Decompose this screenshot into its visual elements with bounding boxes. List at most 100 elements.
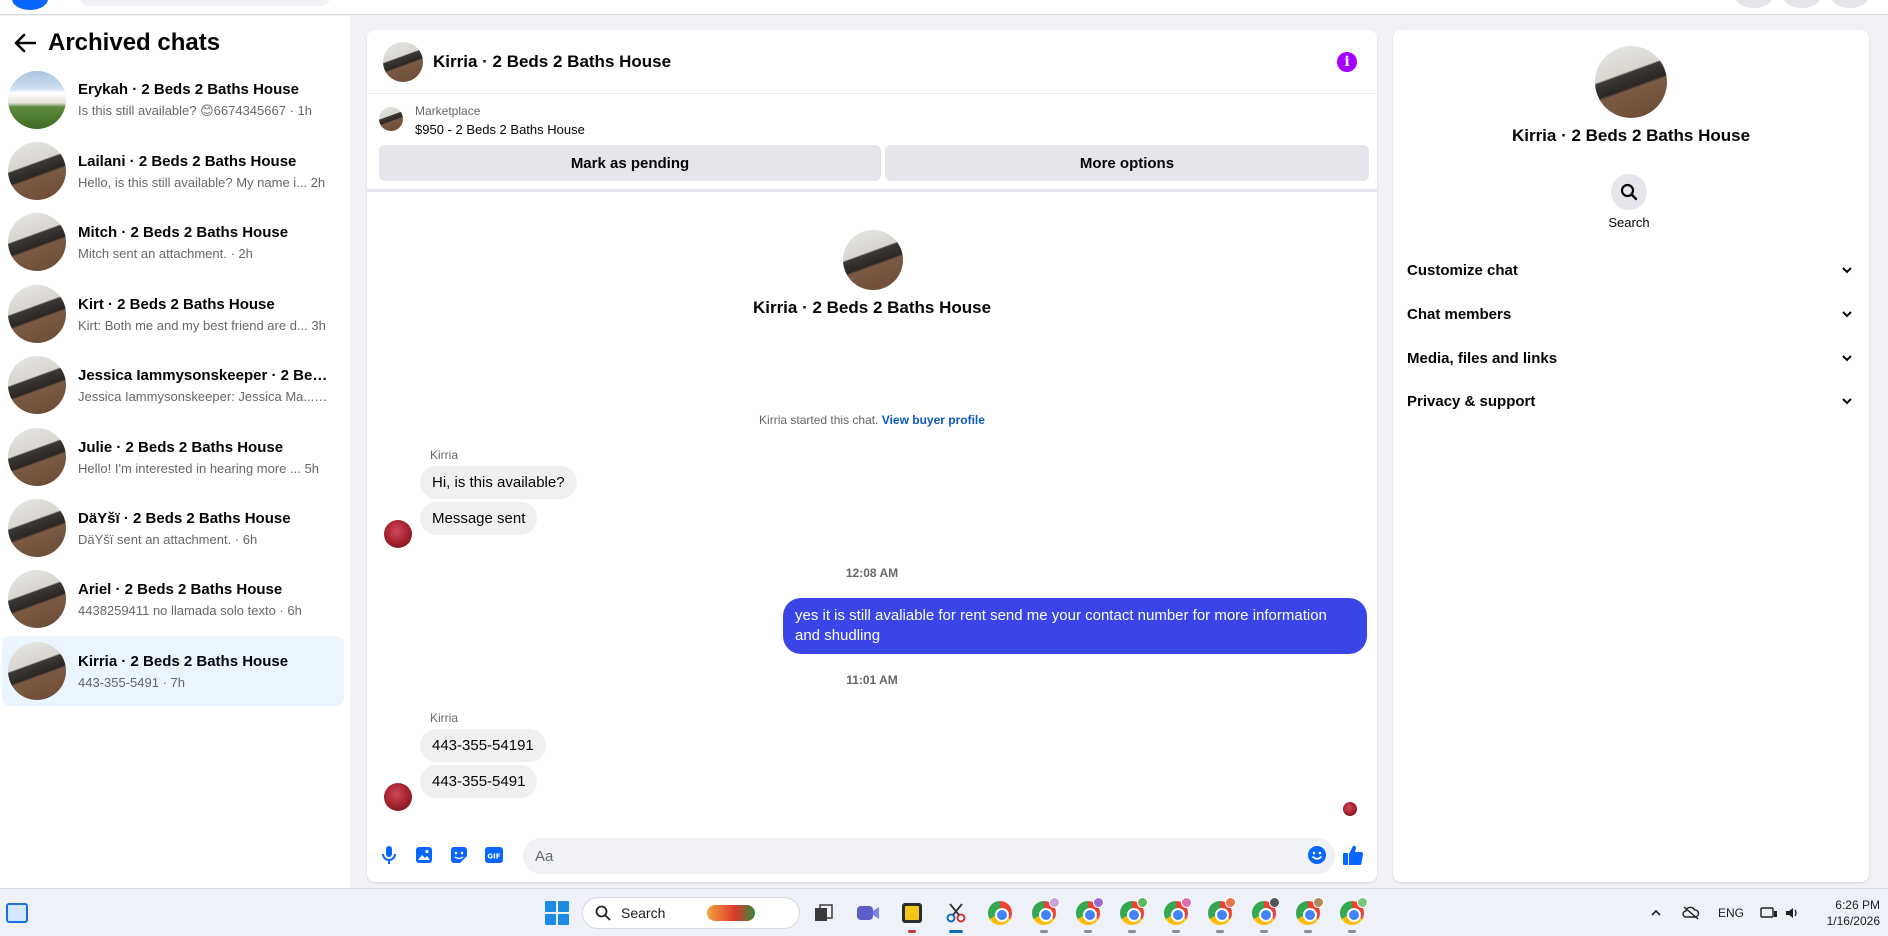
windows-start-icon[interactable]: [545, 901, 569, 925]
customize-chat-section[interactable]: Customize chat: [1407, 252, 1853, 288]
conversation-item-julie[interactable]: Julie · 2 Beds 2 Baths House Hello! I'm i…: [2, 422, 344, 492]
conversation-item-jessica[interactable]: Jessica Iammysonskeeper · 2 Beds ... Jess…: [2, 350, 344, 420]
running-indicator: [908, 930, 916, 933]
sticker-icon[interactable]: [447, 843, 471, 867]
conversation-preview: Jessica Iammysonskeeper: Jessica Ma... ·…: [78, 388, 330, 404]
volume-icon[interactable]: [1784, 889, 1800, 936]
sender-avatar[interactable]: [384, 520, 412, 548]
conversation-avatar: [8, 499, 66, 557]
info-icon[interactable]: i: [1337, 52, 1357, 72]
show-hidden-icons-chevron-icon[interactable]: [1650, 889, 1662, 936]
intro-avatar: [843, 230, 903, 290]
chat-header-avatar[interactable]: [383, 41, 423, 82]
facebook-logo-icon[interactable]: [12, 0, 48, 10]
conversation-preview: 4438259411 no llamada solo texto · 6h: [78, 602, 302, 618]
privacy-support-section[interactable]: Privacy & support: [1407, 383, 1853, 419]
conversation-avatar: [8, 71, 66, 129]
network-icon[interactable]: [1760, 889, 1778, 936]
chili-pepper-icon: [707, 905, 756, 921]
profile-badge: [1225, 897, 1236, 908]
view-buyer-profile-link[interactable]: View buyer profile: [882, 413, 985, 427]
chrome-profile-icon[interactable]: [1206, 897, 1236, 933]
sidebar-header: Archived chats: [0, 16, 350, 70]
incoming-message[interactable]: 443-355-54191: [420, 729, 546, 762]
snipping-tool-icon[interactable]: [942, 899, 970, 933]
messenger-icon[interactable]: [1784, 0, 1820, 8]
conversation-preview: Is this still available? 😊6674345667 · 1…: [78, 103, 312, 118]
photo-icon[interactable]: [412, 843, 436, 867]
conversation-preview: Hello, is this still available? My name …: [78, 174, 326, 190]
gif-icon[interactable]: GIF: [482, 843, 506, 867]
search-icon[interactable]: [1611, 174, 1647, 210]
chrome-profile-icon[interactable]: [1338, 897, 1368, 933]
marketplace-listing-bar: Marketplace $950 - 2 Beds 2 Baths House …: [367, 94, 1377, 192]
top-search-field[interactable]: [80, 0, 330, 6]
message-input[interactable]: [523, 838, 1335, 874]
conversation-item-ariel[interactable]: Ariel · 2 Beds 2 Baths House 4438259411 n…: [2, 564, 344, 634]
chrome-profile-icon[interactable]: [1118, 897, 1148, 933]
conversation-item-erykah[interactable]: Erykah · 2 Beds 2 Baths House Is this sti…: [2, 65, 344, 135]
outgoing-message[interactable]: yes it is still avaliable for rent send …: [783, 598, 1367, 654]
chat-header: Kirria · 2 Beds 2 Baths House i: [367, 30, 1377, 94]
microphone-icon[interactable]: [377, 843, 401, 867]
conversation-avatar: [8, 642, 66, 700]
running-indicator: [1172, 930, 1180, 933]
taskbar-search[interactable]: Search: [582, 897, 800, 929]
chrome-profile-icon[interactable]: [1074, 897, 1104, 933]
clock-date: 1/16/2026: [1826, 914, 1880, 928]
listing-price-title[interactable]: $950 - 2 Beds 2 Baths House: [415, 122, 585, 137]
chevron-down-icon: [1842, 355, 1852, 362]
search-icon: [595, 905, 611, 921]
conversation-item-daysi[interactable]: DäYšï · 2 Beds 2 Baths House DäYšï sent a…: [2, 493, 344, 563]
sender-avatar[interactable]: [384, 783, 412, 811]
more-options-button[interactable]: More options: [885, 145, 1369, 181]
sticky-notes-icon[interactable]: [898, 899, 926, 933]
incoming-message[interactable]: Message sent: [420, 502, 538, 535]
conversation-item-kirt[interactable]: Kirt · 2 Beds 2 Baths House Kirt: Both me…: [2, 279, 344, 349]
chrome-profile-icon[interactable]: [1294, 897, 1324, 933]
chrome-profile-icon[interactable]: [1250, 897, 1280, 933]
chevron-down-icon: [1842, 311, 1852, 318]
chat-members-section[interactable]: Chat members: [1407, 296, 1853, 332]
chat-header-title[interactable]: Kirria · 2 Beds 2 Baths House: [433, 52, 671, 72]
menu-icon[interactable]: [1736, 0, 1772, 8]
conversation-name: Ariel · 2 Beds 2 Baths House: [78, 580, 283, 598]
chrome-profile-icon[interactable]: [1162, 897, 1192, 933]
chat-panel: Kirria · 2 Beds 2 Baths House i Marketpl…: [367, 30, 1377, 882]
thumbs-up-icon[interactable]: [1341, 843, 1365, 867]
message-sender-name: Kirria: [430, 448, 459, 462]
conversation-avatar: [8, 356, 66, 414]
incoming-message[interactable]: 443-355-5491: [420, 765, 538, 798]
listing-thumbnail[interactable]: [379, 107, 403, 131]
info-avatar[interactable]: [1595, 46, 1667, 118]
section-label: Media, files and links: [1407, 349, 1558, 367]
widgets-icon[interactable]: [6, 903, 28, 923]
message-timestamp: 11:01 AM: [846, 673, 898, 687]
conversation-avatar: [8, 285, 66, 343]
profile-badge: [1269, 897, 1280, 908]
task-view-icon[interactable]: [810, 899, 838, 927]
conversation-item-kirria[interactable]: Kirria · 2 Beds 2 Baths House 443-355-549…: [2, 636, 344, 706]
back-arrow-icon[interactable]: [12, 30, 38, 56]
notifications-icon[interactable]: [1832, 0, 1868, 8]
chrome-icon[interactable]: [986, 899, 1014, 927]
cloud-off-icon[interactable]: [1682, 889, 1700, 936]
conversation-name: Lailani · 2 Beds 2 Baths House: [78, 152, 297, 170]
video-chat-icon[interactable]: [854, 899, 882, 927]
conversation-item-mitch[interactable]: Mitch · 2 Beds 2 Baths House Mitch sent a…: [2, 207, 344, 277]
conversation-preview: Hello! I'm interested in hearing more ..…: [78, 460, 319, 476]
chat-started-text: Kirria started this chat.: [759, 413, 879, 427]
chrome-profile-icon[interactable]: [1030, 897, 1060, 933]
emoji-icon[interactable]: [1305, 843, 1329, 867]
media-files-links-section[interactable]: Media, files and links: [1407, 340, 1853, 376]
conversation-name: Mitch · 2 Beds 2 Baths House: [78, 223, 289, 241]
conversation-avatar: [8, 213, 66, 271]
section-label: Chat members: [1407, 305, 1512, 323]
conversation-item-lailani[interactable]: Lailani · 2 Beds 2 Baths House Hello, is …: [2, 136, 344, 206]
incoming-message[interactable]: Hi, is this available?: [420, 466, 577, 499]
profile-badge: [1049, 897, 1060, 908]
mark-as-pending-button[interactable]: Mark as pending: [379, 145, 881, 181]
system-clock[interactable]: 6:26 PM 1/16/2026: [1806, 897, 1880, 929]
sidebar-title: Archived chats: [48, 29, 221, 56]
language-indicator[interactable]: ENG: [1718, 889, 1744, 936]
